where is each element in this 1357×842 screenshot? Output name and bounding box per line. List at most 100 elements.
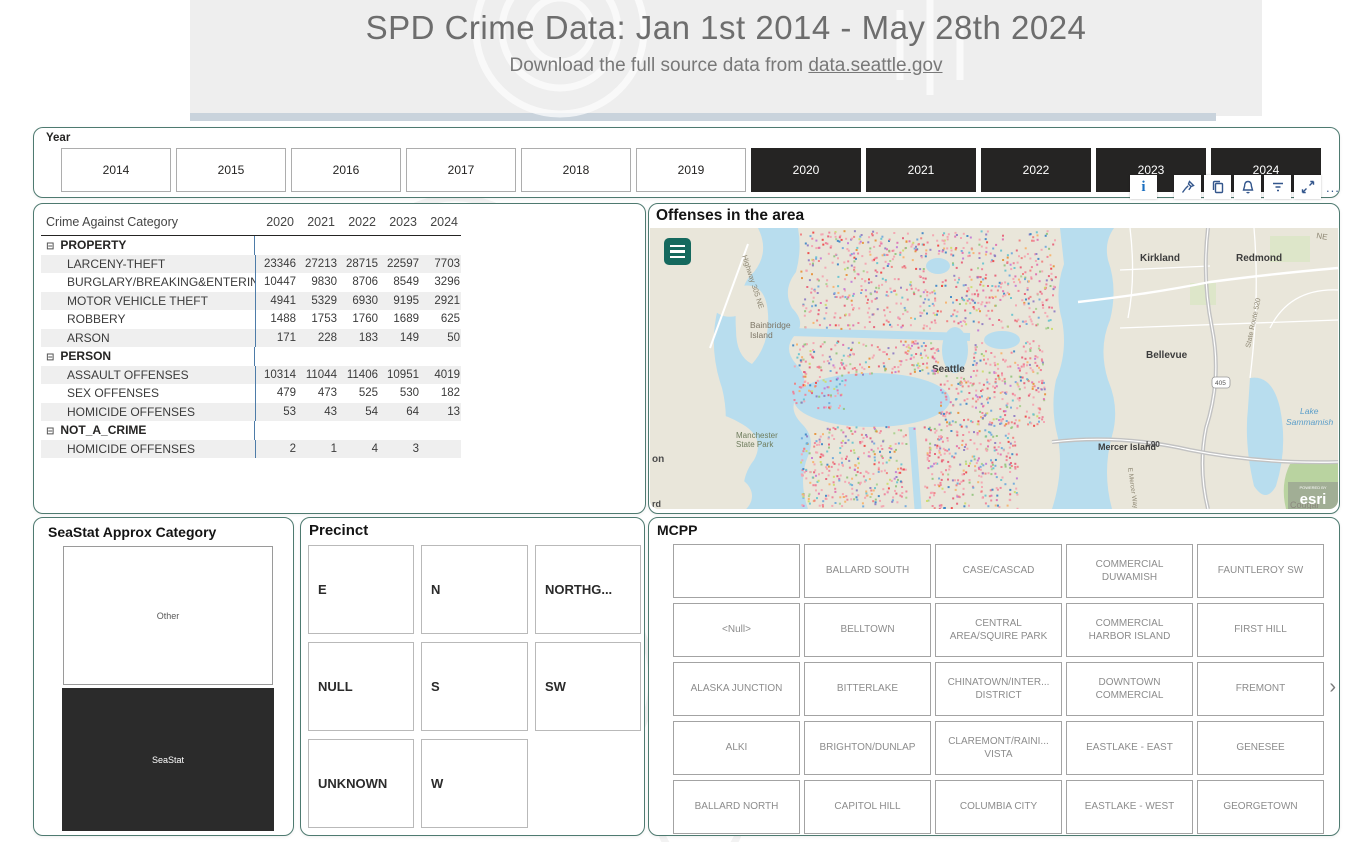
mcpp-button-alki[interactable]: ALKI — [673, 721, 800, 775]
year-column-header: 2020 — [266, 215, 294, 229]
crime-table: Crime Against Category 2020 2021 2022 2023 2… — [41, 209, 461, 458]
year-button-2016[interactable]: 2016 — [291, 148, 401, 192]
cell-value: 11406 — [346, 368, 378, 381]
focus-mode-icon[interactable] — [1294, 175, 1321, 199]
mcpp-button-genesee[interactable]: GENESEE — [1197, 721, 1324, 775]
copy-icon[interactable] — [1204, 175, 1231, 199]
cell-value: 4019 — [434, 368, 460, 381]
dashboard-page: SPD Crime Data: Jan 1st 2014 - May 28th … — [0, 0, 1357, 842]
cell-value: 28715 — [346, 257, 378, 270]
mcpp-button-fremont[interactable]: FREMONT — [1197, 662, 1324, 716]
group-values — [254, 421, 460, 440]
table-row[interactable]: ROBBERY 1488 1753 1760 1689 625 — [41, 310, 461, 329]
seastat-button-other[interactable]: Other — [63, 546, 273, 685]
precinct-button-e[interactable]: E — [308, 545, 414, 634]
precinct-button-n[interactable]: N — [421, 545, 528, 634]
mcpp-button-commercial-harbor-island[interactable]: COMMERCIAL HARBOR ISLAND — [1066, 603, 1193, 657]
cell-value: 3296 — [434, 276, 460, 289]
source-data-link[interactable]: data.seattle.gov — [808, 55, 942, 76]
collapse-icon[interactable]: ⊟ — [46, 241, 54, 252]
mcpp-button-alaska-junction[interactable]: ALASKA JUNCTION — [673, 662, 800, 716]
cell-value: 473 — [317, 387, 337, 400]
precinct-button-northg-[interactable]: NORTHG... — [535, 545, 641, 634]
map-canvas[interactable]: Highway 305 NEBainbridgeIslandManchester… — [650, 228, 1338, 509]
year-button-2022[interactable]: 2022 — [981, 148, 1091, 192]
row-label: HOMICIDE OFFENSES — [67, 441, 196, 456]
collapse-icon[interactable]: ⊟ — [46, 426, 54, 437]
precinct-button-unknown[interactable]: UNKNOWN — [308, 739, 414, 828]
year-button-2015[interactable]: 2015 — [176, 148, 286, 192]
next-page-chevron-icon[interactable]: › — [1329, 676, 1336, 699]
precinct-button-sw[interactable]: SW — [535, 642, 641, 731]
year-button-2019[interactable]: 2019 — [636, 148, 746, 192]
collapse-icon[interactable]: ⊟ — [46, 352, 54, 363]
table-row[interactable]: ARSON 171 228 183 149 50 — [41, 328, 461, 347]
mcpp-button-georgetown[interactable]: GEORGETOWN — [1197, 780, 1324, 834]
cell-value: 530 — [399, 387, 419, 400]
cell-value: 54 — [365, 405, 378, 418]
table-row[interactable]: LARCENY-THEFT 23346 27213 28715 22597 7703 — [41, 254, 461, 273]
mcpp-button-blank[interactable] — [673, 544, 800, 598]
table-group-row[interactable]: ⊟ NOT_A_CRIME — [41, 421, 461, 440]
table-row[interactable]: HOMICIDE OFFENSES 2 1 4 3 — [41, 439, 461, 458]
precinct-button-w[interactable]: W — [421, 739, 528, 828]
mcpp-button-central-area-squire-park[interactable]: CENTRAL AREA/SQUIRE PARK — [935, 603, 1062, 657]
map-label: Sammamish — [1286, 417, 1334, 427]
mcpp-button-bitterlake[interactable]: BITTERLAKE — [804, 662, 931, 716]
cell-value: 10951 — [387, 368, 419, 381]
crime-table-header-row: Crime Against Category 2020 2021 2022 2023 2… — [41, 209, 461, 236]
mcpp-button-first-hill[interactable]: FIRST HILL — [1197, 603, 1324, 657]
filter-icon[interactable] — [1264, 175, 1291, 199]
mcpp-button-brighton-dunlap[interactable]: BRIGHTON/DUNLAP — [804, 721, 931, 775]
crime-table-year-columns: 2020 2021 2022 2023 2024 — [254, 209, 459, 235]
table-row[interactable]: HOMICIDE OFFENSES 53 43 54 64 13 — [41, 402, 461, 421]
crime-table-header[interactable]: Crime Against Category — [41, 215, 254, 229]
year-button-2014[interactable]: 2014 — [61, 148, 171, 192]
mcpp-button-chinatown-inter-district[interactable]: CHINATOWN/INTER... DISTRICT — [935, 662, 1062, 716]
alert-icon[interactable] — [1234, 175, 1261, 199]
info-icon[interactable]: i — [1130, 175, 1157, 199]
table-row[interactable]: MOTOR VEHICLE THEFT 4941 5329 6930 9195 2921 — [41, 291, 461, 310]
mcpp-button-commercial-duwamish[interactable]: COMMERCIAL DUWAMISH — [1066, 544, 1193, 598]
mcpp-button-fauntleroy-sw[interactable]: FAUNTLEROY SW — [1197, 544, 1324, 598]
mcpp-button-claremont-raini-vista[interactable]: CLAREMONT/RAINI... VISTA — [935, 721, 1062, 775]
seastat-button-seastat[interactable]: SeaStat — [62, 688, 274, 831]
row-values: 479 473 525 530 182 — [255, 384, 461, 403]
cell-value: 149 — [399, 331, 419, 344]
mcpp-button--null-[interactable]: <Null> — [673, 603, 800, 657]
mcpp-button-downtown-commercial[interactable]: DOWNTOWN COMMERCIAL — [1066, 662, 1193, 716]
table-row[interactable]: ASSAULT OFFENSES 10314 11044 11406 10951 4019 — [41, 365, 461, 384]
cell-value: 228 — [317, 331, 337, 344]
year-button-2017[interactable]: 2017 — [406, 148, 516, 192]
cell-value: 7703 — [434, 257, 460, 270]
pin-icon[interactable] — [1174, 175, 1201, 199]
svg-text:POWERED BY: POWERED BY — [1299, 485, 1326, 490]
map-label: Manchester — [736, 431, 778, 440]
mcpp-button-ballard-south[interactable]: BALLARD SOUTH — [804, 544, 931, 598]
table-row[interactable]: BURGLARY/BREAKING&ENTERING 10447 9830 8706 8… — [41, 273, 461, 292]
offense-map[interactable]: Highway 305 NE Bainbridge Island Manchester… — [650, 228, 1338, 509]
map-label: Lake — [1300, 406, 1319, 416]
year-button-2021[interactable]: 2021 — [866, 148, 976, 192]
mcpp-button-eastlake-east[interactable]: EASTLAKE - EAST — [1066, 721, 1193, 775]
cell-value: 23346 — [264, 257, 296, 270]
mcpp-button-capitol-hill[interactable]: CAPITOL HILL — [804, 780, 931, 834]
table-group-row[interactable]: ⊟ PROPERTY — [41, 236, 461, 255]
mcpp-button-columbia-city[interactable]: COLUMBIA CITY — [935, 780, 1062, 834]
row-values: 1488 1753 1760 1689 625 — [255, 310, 461, 329]
mcpp-button-case-cascad[interactable]: CASE/CASCAD — [935, 544, 1062, 598]
precinct-button-s[interactable]: S — [421, 642, 528, 731]
map-menu-button[interactable] — [664, 238, 691, 265]
mcpp-button-ballard-north[interactable]: BALLARD NORTH — [673, 780, 800, 834]
year-button-2018[interactable]: 2018 — [521, 148, 631, 192]
table-row[interactable]: SEX OFFENSES 479 473 525 530 182 — [41, 384, 461, 403]
row-values: 53 43 54 64 13 — [255, 402, 461, 421]
table-group-row[interactable]: ⊟ PERSON — [41, 347, 461, 366]
group-label: ⊟ PROPERTY — [46, 238, 127, 253]
mcpp-button-eastlake-west[interactable]: EASTLAKE - WEST — [1066, 780, 1193, 834]
mcpp-button-belltown[interactable]: BELLTOWN — [804, 603, 931, 657]
more-options-icon[interactable]: ... — [1324, 180, 1340, 195]
year-button-2020[interactable]: 2020 — [751, 148, 861, 192]
precinct-button-null[interactable]: NULL — [308, 642, 414, 731]
map-label: Kirkland — [1140, 253, 1180, 264]
